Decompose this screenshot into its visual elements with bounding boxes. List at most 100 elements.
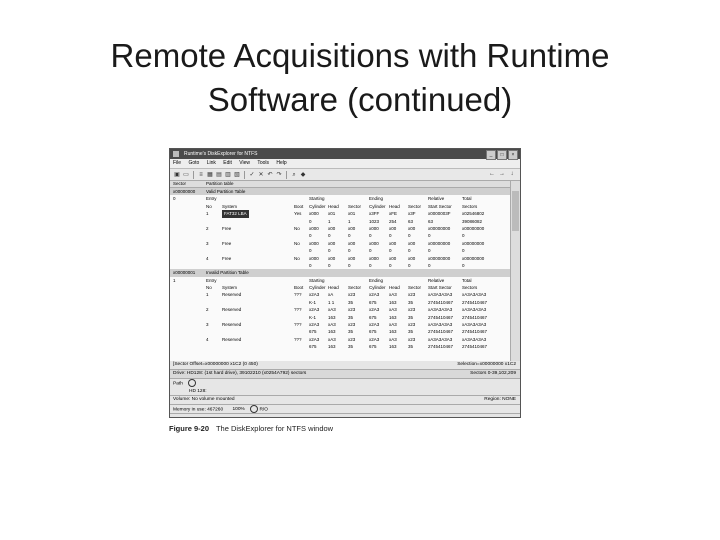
hdr-boot: Boot <box>294 285 304 291</box>
back-icon[interactable]: ← <box>488 170 496 178</box>
down-icon[interactable]: ↓ <box>508 170 516 178</box>
header-row[interactable]: 1 Entry Starting Ending Relative Total <box>170 277 511 284</box>
table-row[interactable]: 0 0 0 0 0 0 0 0 <box>170 262 511 269</box>
menu-file[interactable]: File <box>173 160 181 166</box>
menu-view[interactable]: View <box>239 160 250 166</box>
table-cell: 0 <box>328 233 331 239</box>
menu-goto[interactable]: Goto <box>188 160 199 166</box>
table-row[interactable]: K-1 1 1 35 675 163 35 2745410467 2745410467 <box>170 299 511 306</box>
table-row[interactable]: 3 Reserved??? x2A3 xA3 x23 x2A3 xA3 x23 xA3A3A3A… <box>170 321 511 328</box>
table-row[interactable]: 675 163 35 675 163 35 2745410467 2745410467 <box>170 328 511 335</box>
hdr-total: Sectors <box>462 203 478 209</box>
table-cell: x23 <box>408 336 416 342</box>
table-cell: xA3A3A3A3 <box>462 307 487 313</box>
table-row[interactable]: 2 Free No x000 x00 x00 x000 x00 x00 x00000000 x000… <box>170 225 511 232</box>
table-cell: x000 <box>369 225 379 231</box>
table-cell: Free <box>222 225 232 231</box>
table-cell: x2A3 <box>309 322 320 328</box>
table-cell: x00 <box>389 240 397 246</box>
hdr-total: Total <box>462 277 472 283</box>
list-icon[interactable]: ≡ <box>197 171 205 179</box>
hdr-head2: Head <box>389 285 400 291</box>
redo-icon[interactable]: ↷ <box>275 171 283 179</box>
table-cell: 0 <box>428 233 431 239</box>
table-cell: No <box>294 225 300 231</box>
vertical-scrollbar[interactable] <box>510 181 520 361</box>
table-cell: 0 <box>428 262 431 268</box>
header-row[interactable]: No System Boot Cylinder Head Sector Cylinder He… <box>170 284 511 291</box>
table-cell: 163 <box>389 344 397 350</box>
table-cell: 0 <box>328 262 331 268</box>
table-cell: x23 <box>348 307 356 313</box>
table-cell: x00 <box>348 240 356 246</box>
col-partition-table: Partition table <box>206 181 234 186</box>
table-cell: 0 <box>348 248 351 254</box>
close-button[interactable]: × <box>508 150 518 160</box>
partition-section-row[interactable]: x00000001 Invalid Partition Table <box>170 269 511 277</box>
toolbar: ▣ ▭ ≡ ▦ ▤ ▥ ▧ ✓ ✕ ↶ ↷ ⌕ ◆ ← → ↓ <box>170 169 520 181</box>
undo-icon[interactable]: ↶ <box>266 171 274 179</box>
figure-caption: Figure 9-20 The DiskExplorer for NTFS wi… <box>169 424 333 433</box>
table-cell: x00 <box>408 255 416 261</box>
table-cell: 35 <box>408 314 414 320</box>
table-cell: x23 <box>408 322 416 328</box>
table-row[interactable]: 4 Free No x000 x00 x00 x000 x00 x00 x00000000 x000… <box>170 255 511 262</box>
table-row[interactable]: 1 Reserved??? x2A3 xA x23 x2A3 xA3 x23 xA3A3A3A3… <box>170 291 511 298</box>
mode-icon <box>250 405 259 413</box>
path-bar: Path HD 128: <box>170 379 520 396</box>
table-row[interactable]: 0 0 0 0 0 0 0 0 <box>170 232 511 239</box>
table-cell: 675 <box>369 344 377 350</box>
table-row[interactable]: 0 1 1 1023 254 63 63 39086082 <box>170 218 511 225</box>
search-icon[interactable]: ⌕ <box>290 171 298 179</box>
open-icon[interactable]: ▭ <box>182 171 190 179</box>
hex-icon[interactable]: ▤ <box>215 171 223 179</box>
partition-section-row[interactable]: x00000000 Valid Partition Table <box>170 188 511 196</box>
partition-grid: Sector Partition table x00000000 Valid Pa… <box>170 181 511 362</box>
table-row[interactable]: 4 Reserved??? x2A3 xA3 x23 x2A3 xA3 x23 xA3A3A3A… <box>170 336 511 343</box>
menubar: File Goto Link Edit View Tools Help <box>170 159 520 169</box>
menu-link[interactable]: Link <box>207 160 216 166</box>
header-row[interactable]: 0 Entry Starting Ending Relative Total <box>170 195 511 202</box>
tag-icon[interactable]: ◆ <box>299 171 307 179</box>
table-cell: x00 <box>408 225 416 231</box>
grid-icon[interactable]: ▦ <box>206 171 214 179</box>
table-row[interactable]: 675 163 35 675 163 35 2745410467 2745410467 <box>170 343 511 350</box>
menu-help[interactable]: Help <box>276 160 286 166</box>
menu-tools[interactable]: Tools <box>257 160 269 166</box>
check-icon[interactable]: ✓ <box>248 171 256 179</box>
save-icon[interactable]: ▣ <box>173 171 181 179</box>
menu-edit[interactable]: Edit <box>223 160 232 166</box>
section-label: Valid Partition Table <box>206 189 246 194</box>
header-row[interactable]: No System Boot Cylinder Head Sector Cylinder He… <box>170 203 511 210</box>
window-title: Runtime's DiskExplorer for NTFS <box>184 151 258 157</box>
forward-icon[interactable]: → <box>498 170 506 178</box>
table-cell: 35 <box>348 329 354 335</box>
minimize-button[interactable]: _ <box>486 150 496 160</box>
memory-info: Memory in use: 467260 <box>173 407 224 413</box>
maximize-button[interactable]: □ <box>497 150 507 160</box>
table-row[interactable]: 1 FAT32 LBA Yes x000 x01 x01 x3FF xFE x3F x000000… <box>170 210 511 218</box>
info-icon[interactable]: ▧ <box>233 171 241 179</box>
table-row[interactable]: 3 Free No x000 x00 x00 x000 x00 x00 x00000000 x000… <box>170 240 511 247</box>
scrollbar-thumb[interactable] <box>512 191 519 231</box>
table-cell: x00 <box>348 225 356 231</box>
hdr-sector2: Sector <box>408 203 422 209</box>
table-cell: 1 <box>206 211 209 217</box>
cancel-icon[interactable]: ✕ <box>257 171 265 179</box>
table-cell: 2745410467 <box>428 329 454 335</box>
table-cell: 0 <box>309 218 312 224</box>
table-cell: ??? <box>294 322 302 328</box>
text-icon[interactable]: ▥ <box>224 171 232 179</box>
table-cell: xA3A3A3A3 <box>462 336 487 342</box>
table-cell: 63 <box>408 218 414 224</box>
table-cell: 2745410467 <box>428 344 454 350</box>
hdr-sector: Sector <box>348 285 362 291</box>
table-row[interactable]: 2 Reserved??? x2A3 xA3 x23 x2A3 xA3 x23 xA3A3A3A… <box>170 306 511 313</box>
table-cell: 675 <box>309 344 317 350</box>
table-cell: 254 <box>389 218 397 224</box>
table-row[interactable]: K-1 163 35 675 163 35 2745410467 2745410467 <box>170 314 511 321</box>
table-row[interactable]: 0 0 0 0 0 0 0 0 <box>170 247 511 254</box>
table-cell: 2745410467 <box>428 299 454 305</box>
table-cell: x00000000 <box>462 255 485 261</box>
table-cell: 0 <box>428 248 431 254</box>
